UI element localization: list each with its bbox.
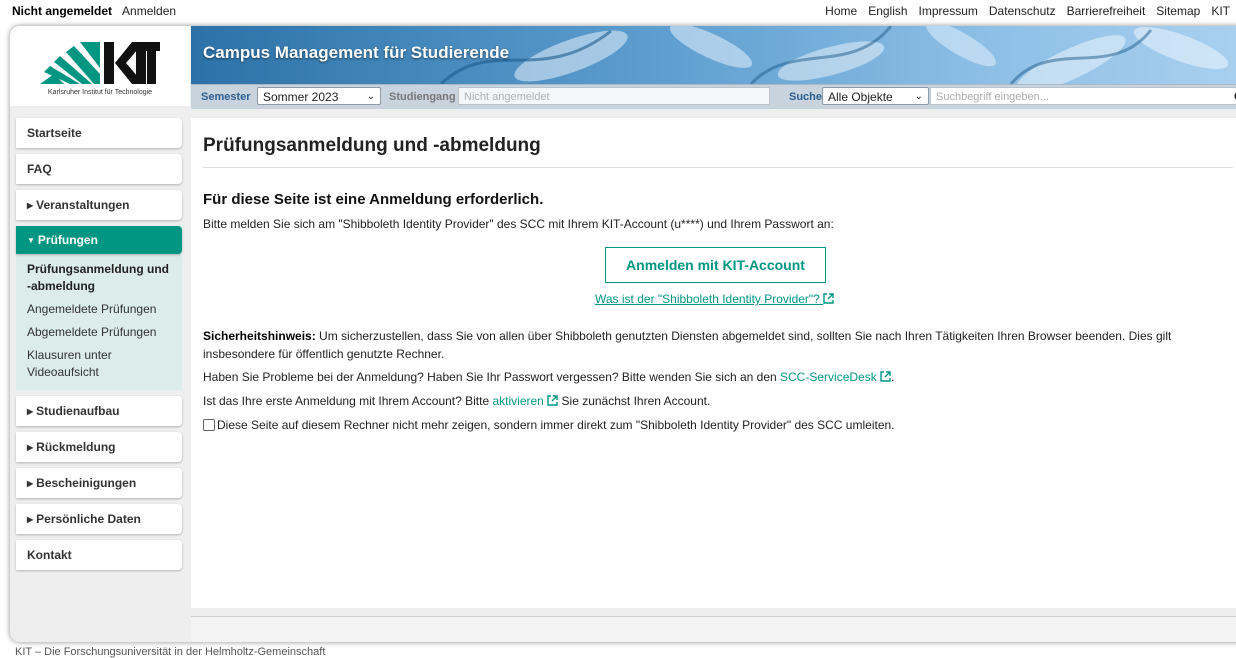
page-title: Prüfungsanmeldung und -abmeldung — [203, 135, 541, 156]
sidebar-item-veranstaltungen[interactable]: ▶ Veranstaltungen — [16, 190, 182, 220]
chevron-right-icon: ▶ — [27, 443, 34, 452]
semester-value: Sommer 2023 — [263, 90, 339, 104]
problems-notice: Haben Sie Probleme bei der Anmeldung? Ha… — [203, 370, 894, 384]
sidebar-item-label: Studienaufbau — [36, 404, 120, 418]
external-link-icon — [823, 293, 834, 304]
sidebar-item-rueckmeldung[interactable]: ▶ Rückmeldung — [16, 432, 182, 462]
security-label: Sicherheitshinweis: — [203, 329, 316, 343]
sidebar-item-label: Prüfungen — [37, 233, 98, 247]
chevron-right-icon: ▶ — [27, 515, 34, 524]
sidebar-item-kontakt[interactable]: Kontakt — [16, 540, 182, 570]
kit-link[interactable]: KIT — [1211, 4, 1230, 18]
login-link[interactable]: Anmelden — [122, 4, 176, 18]
security-notice: Sicherheitshinweis: Um sicherzustellen, … — [203, 327, 1223, 363]
sidebar-item-startseite[interactable]: Startseite — [16, 118, 182, 148]
sidebar-item-persoenliche-daten[interactable]: ▶ Persönliche Daten — [16, 504, 182, 534]
search-scope-select[interactable]: Alle Objekte ⌄ — [822, 87, 929, 105]
chevron-down-icon: ⌄ — [366, 91, 375, 102]
sidebar-subitem-klausuren[interactable]: Klausuren unter Videoaufsicht — [16, 344, 182, 384]
first-login-pre: Ist das Ihre erste Anmeldung mit Ihrem A… — [203, 394, 493, 408]
kit-logo[interactable]: Karlsruher Institut für Technologie — [10, 26, 190, 106]
redirect-label[interactable]: Diese Seite auf diesem Rechner nicht meh… — [217, 418, 895, 432]
sidebar-subitem-angemeldete[interactable]: Angemeldete Prüfungen — [16, 298, 182, 321]
sidebar-item-studienaufbau[interactable]: ▶ Studienaufbau — [16, 396, 182, 426]
kit-logo-icon — [40, 42, 160, 84]
login-required-heading: Für diese Seite ist eine Anmeldung erfor… — [203, 191, 544, 208]
chevron-right-icon: ▶ — [27, 407, 34, 416]
sidebar-item-bescheinigungen[interactable]: ▶ Bescheinigungen — [16, 468, 182, 498]
kit-account-login-button[interactable]: Anmelden mit KIT-Account — [605, 247, 826, 283]
top-meta-bar: Nicht angemeldet Anmelden Home English I… — [0, 0, 1236, 22]
sidebar-item-label: Persönliche Daten — [36, 512, 141, 526]
sidebar-nav: Startseite FAQ ▶ Veranstaltungen ▼ Prüfung… — [16, 118, 182, 576]
sitemap-link[interactable]: Sitemap — [1156, 4, 1200, 18]
servicedesk-link[interactable]: SCC-ServiceDesk — [780, 370, 877, 384]
datenschutz-link[interactable]: Datenschutz — [989, 4, 1056, 18]
search-label: Suche — [789, 91, 823, 103]
studiengang-field: Nicht angemeldet — [458, 87, 770, 105]
semester-label: Semester — [201, 91, 251, 103]
login-status: Nicht angemeldet — [12, 4, 113, 18]
sidebar-item-label: Bescheinigungen — [36, 476, 137, 490]
idp-info-link[interactable]: Was ist der "Shibboleth Identity Provide… — [595, 292, 834, 306]
page-frame: Karlsruher Institut für Technologie Camp… — [10, 26, 1236, 642]
security-text: Um sicherzustellen, dass Sie von allen ü… — [203, 329, 1172, 361]
sidebar-submenu: Prüfungsanmeldung und -abmeldung Angemel… — [16, 254, 182, 390]
selection-bar: Semester Sommer 2023 ⌄ Studiengang Nicht… — [191, 84, 1236, 109]
sidebar-item-label: FAQ — [27, 162, 52, 176]
sidebar-subitem-pruefungsanmeldung[interactable]: Prüfungsanmeldung und -abmeldung — [16, 258, 182, 298]
english-link[interactable]: English — [868, 4, 907, 18]
banner-title: Campus Management für Studierende — [203, 43, 510, 62]
impressum-link[interactable]: Impressum — [919, 4, 978, 18]
barrierefreiheit-link[interactable]: Barrierefreiheit — [1067, 4, 1146, 18]
search-input[interactable]: Suchbegriff eingeben... — [930, 87, 1236, 105]
first-login-notice: Ist das Ihre erste Anmeldung mit Ihrem A… — [203, 394, 710, 408]
semester-select[interactable]: Sommer 2023 ⌄ — [257, 87, 381, 105]
content-footer-bar — [191, 616, 1236, 642]
external-link-icon — [880, 371, 891, 382]
sidebar-item-pruefungen[interactable]: ▼ Prüfungen — [16, 226, 182, 254]
login-status-area: Nicht angemeldet Anmelden — [0, 4, 176, 18]
chevron-down-icon: ⌄ — [914, 91, 923, 102]
problems-end: . — [891, 370, 895, 384]
service-links: Home English Impressum Datenschutz Barri… — [825, 4, 1236, 18]
problems-text: Haben Sie Probleme bei der Anmeldung? Ha… — [203, 370, 781, 384]
search-scope-value: Alle Objekte — [828, 90, 893, 104]
sidebar-item-label: Rückmeldung — [36, 440, 116, 454]
chevron-right-icon: ▶ — [27, 479, 34, 488]
redirect-checkbox[interactable] — [203, 419, 215, 431]
header-banner: Campus Management für Studierende — [191, 26, 1236, 84]
sidebar-subitem-abgemeldete[interactable]: Abgemeldete Prüfungen — [16, 321, 182, 344]
logo-subtitle: Karlsruher Institut für Technologie — [47, 89, 153, 96]
title-divider — [203, 167, 1233, 168]
main-content: Prüfungsanmeldung und -abmeldung Für die… — [191, 118, 1236, 608]
studiengang-label: Studiengang — [389, 91, 456, 103]
sidebar-item-label: Kontakt — [27, 548, 72, 562]
sidebar-item-label: Startseite — [27, 126, 82, 140]
page-footer: KIT – Die Forschungsuniversität in der H… — [15, 646, 326, 658]
idp-info-link-text: Was ist der "Shibboleth Identity Provide… — [595, 292, 820, 306]
sidebar-item-label: Veranstaltungen — [36, 198, 130, 212]
external-link-icon — [547, 395, 558, 406]
first-login-post: Sie zunächst Ihren Account. — [558, 394, 711, 408]
chevron-down-icon: ▼ — [27, 236, 35, 245]
sidebar-item-faq[interactable]: FAQ — [16, 154, 182, 184]
home-link[interactable]: Home — [825, 4, 857, 18]
redirect-option: Diese Seite auf diesem Rechner nicht meh… — [203, 418, 895, 432]
chevron-right-icon: ▶ — [27, 201, 34, 210]
login-instructions: Bitte melden Sie sich am "Shibboleth Ide… — [203, 217, 834, 231]
activate-link[interactable]: aktivieren — [492, 394, 543, 408]
